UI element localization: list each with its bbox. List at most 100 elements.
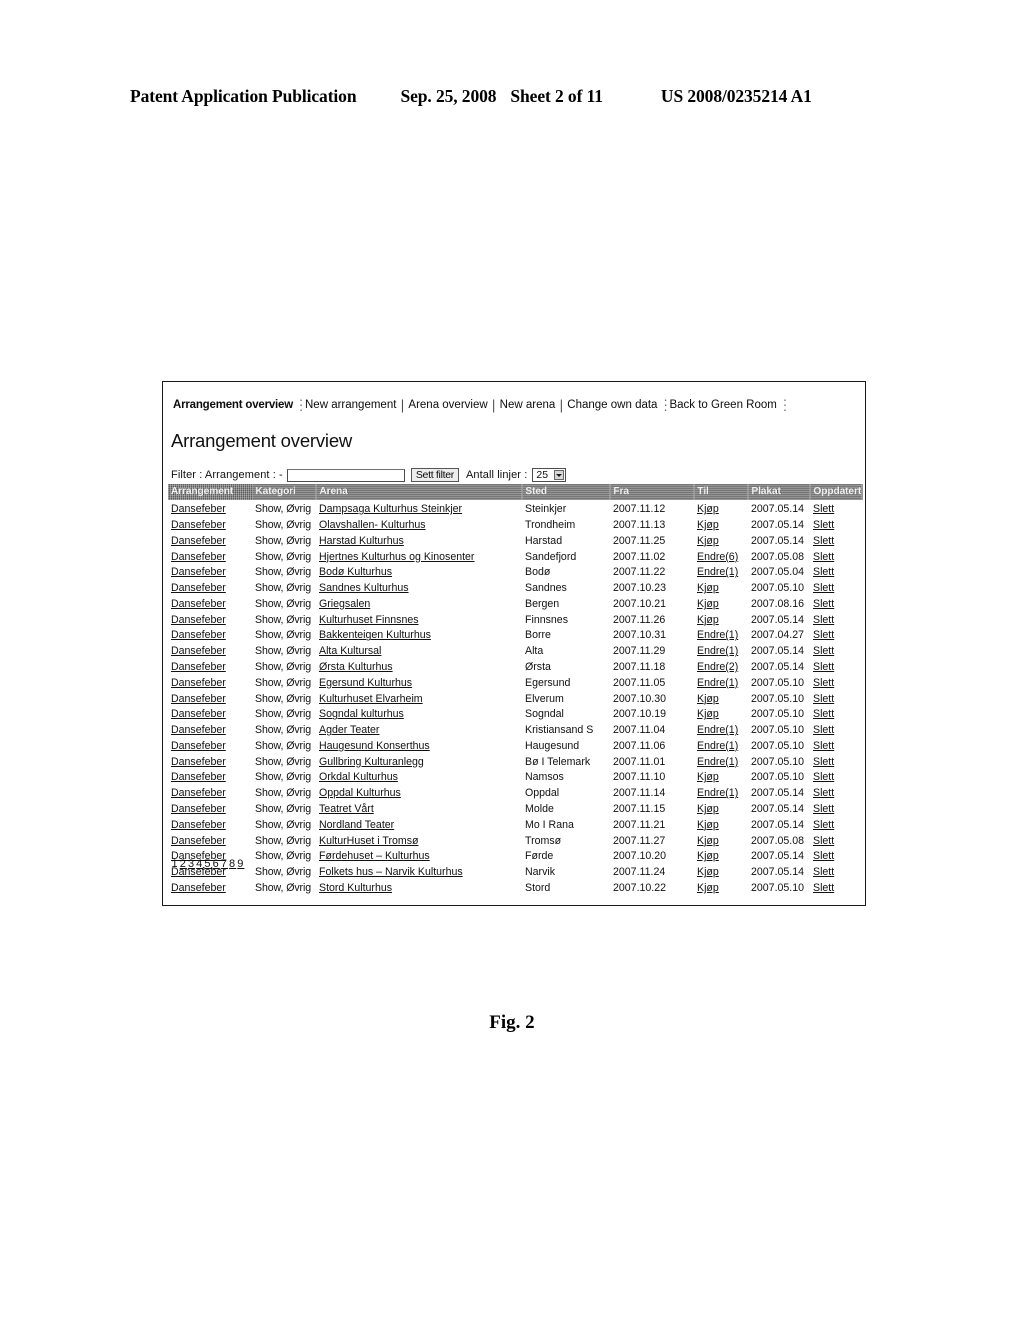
cell-arena[interactable]: Sandnes Kulturhus [316,579,522,595]
nav-item-new-arrangement[interactable]: New arrangement [303,399,398,411]
cell-arrangement[interactable]: Dansefeber [168,563,252,579]
cell-til-action[interactable]: Endre(1) [694,563,748,579]
cell-arrangement[interactable]: Dansefeber [168,800,252,816]
cell-delete-action[interactable]: Slett [810,658,862,674]
pagination-page-5[interactable]: 5 [204,858,212,870]
cell-arrangement[interactable]: Dansefeber [168,674,252,690]
cell-arena[interactable]: Orkdal Kulturhus [316,768,522,784]
cell-til-action[interactable]: Kjøp [694,831,748,847]
column-header-sted[interactable]: Sted [522,484,611,500]
cell-arena[interactable]: KulturHuset i Tromsø [316,831,522,847]
cell-arrangement[interactable]: Dansefeber [168,753,252,769]
pagination-page-8[interactable]: 8 [229,858,237,870]
cell-til-action[interactable]: Kjøp [694,768,748,784]
cell-til-action[interactable]: Kjøp [694,516,748,532]
rows-count-select[interactable]: 25 [532,468,567,482]
cell-arena[interactable]: Alta Kultursal [316,642,522,658]
cell-delete-action[interactable]: Slett [810,784,862,800]
cell-arrangement[interactable]: Dansefeber [168,721,252,737]
cell-arena[interactable]: Førdehuset – Kulturhus [316,847,522,863]
cell-delete-action[interactable]: Slett [810,500,862,516]
cell-delete-action[interactable]: Slett [810,674,862,690]
cell-delete-action[interactable]: Slett [810,626,862,642]
cell-arena[interactable]: Agder Teater [316,721,522,737]
column-header-til[interactable]: Til [694,484,749,500]
filter-input[interactable] [286,468,405,482]
cell-arena[interactable]: Harstad Kulturhus [316,532,522,548]
cell-delete-action[interactable]: Slett [810,863,862,879]
cell-til-action[interactable]: Kjøp [694,689,748,705]
column-header-arrangement[interactable]: Arrangement [168,484,253,500]
pagination-page-7[interactable]: 7 [220,858,228,870]
cell-arrangement[interactable]: Dansefeber [168,610,252,626]
cell-til-action[interactable]: Kjøp [694,863,748,879]
cell-arena[interactable]: Teatret Vårt [316,800,522,816]
cell-arrangement[interactable]: Dansefeber [168,579,252,595]
cell-delete-action[interactable]: Slett [810,532,862,548]
cell-delete-action[interactable]: Slett [810,831,862,847]
nav-item-back-to-green-room[interactable]: Back to Green Room [667,399,778,411]
cell-arrangement[interactable]: Dansefeber [168,516,252,532]
cell-arena[interactable]: Sogndal kulturhus [316,705,522,721]
cell-arrangement[interactable]: Dansefeber [168,595,252,611]
cell-delete-action[interactable]: Slett [810,800,862,816]
cell-til-action[interactable]: Endre(1) [694,753,748,769]
cell-til-action[interactable]: Kjøp [694,800,748,816]
cell-arena[interactable]: Bakkenteigen Kulturhus [316,626,522,642]
column-header-fra[interactable]: Fra [610,484,695,500]
cell-arrangement[interactable]: Dansefeber [168,879,252,895]
cell-arena[interactable]: Oppdal Kulturhus [316,784,522,800]
cell-til-action[interactable]: Endre(6) [694,547,748,563]
cell-til-action[interactable]: Endre(1) [694,737,748,753]
cell-delete-action[interactable]: Slett [810,879,862,895]
nav-item-change-own-data[interactable]: Change own data [565,399,659,411]
cell-delete-action[interactable]: Slett [810,705,862,721]
cell-delete-action[interactable]: Slett [810,689,862,705]
cell-til-action[interactable]: Kjøp [694,847,748,863]
cell-arrangement[interactable]: Dansefeber [168,658,252,674]
cell-delete-action[interactable]: Slett [810,579,862,595]
cell-arrangement[interactable]: Dansefeber [168,831,252,847]
cell-til-action[interactable]: Endre(1) [694,642,748,658]
pagination-page-1[interactable]: 1 [171,858,179,870]
cell-delete-action[interactable]: Slett [810,816,862,832]
column-header-arena[interactable]: Arena [316,484,523,500]
cell-arena[interactable]: Egersund Kulturhus [316,674,522,690]
cell-arrangement[interactable]: Dansefeber [168,532,252,548]
cell-til-action[interactable]: Kjøp [694,610,748,626]
nav-item-arrangement-overview[interactable]: Arrangement overview [171,399,295,411]
pagination-page-3[interactable]: 3 [187,858,195,870]
cell-arena[interactable]: Ørsta Kulturhus [316,658,522,674]
cell-delete-action[interactable]: Slett [810,595,862,611]
cell-til-action[interactable]: Kjøp [694,595,748,611]
cell-arena[interactable]: Stord Kulturhus [316,879,522,895]
cell-delete-action[interactable]: Slett [810,753,862,769]
cell-arrangement[interactable]: Dansefeber [168,689,252,705]
cell-arena[interactable]: Nordland Teater [316,816,522,832]
cell-arena[interactable]: Kulturhuset Finnsnes [316,610,522,626]
cell-arena[interactable]: Dampsaga Kulturhus Steinkjer [316,500,522,516]
cell-delete-action[interactable]: Slett [810,610,862,626]
nav-item-arena-overview[interactable]: Arena overview [406,399,489,411]
cell-til-action[interactable]: Endre(2) [694,658,748,674]
pagination-page-9[interactable]: 9 [237,858,245,870]
cell-delete-action[interactable]: Slett [810,721,862,737]
cell-delete-action[interactable]: Slett [810,642,862,658]
cell-til-action[interactable]: Endre(1) [694,674,748,690]
cell-arrangement[interactable]: Dansefeber [168,737,252,753]
set-filter-button[interactable]: Sett filter [410,468,459,482]
cell-til-action[interactable]: Endre(1) [694,626,748,642]
cell-delete-action[interactable]: Slett [810,768,862,784]
cell-til-action[interactable]: Kjøp [694,879,748,895]
cell-arena[interactable]: Kulturhuset Elvarheim [316,689,522,705]
cell-arrangement[interactable]: Dansefeber [168,768,252,784]
cell-til-action[interactable]: Kjøp [694,705,748,721]
pagination-page-4[interactable]: 4 [196,858,204,870]
cell-arrangement[interactable]: Dansefeber [168,626,252,642]
cell-til-action[interactable]: Kjøp [694,579,748,595]
cell-til-action[interactable]: Endre(1) [694,721,748,737]
cell-arena[interactable]: Olavshallen- Kulturhus [316,516,522,532]
cell-delete-action[interactable]: Slett [810,563,862,579]
cell-delete-action[interactable]: Slett [810,516,862,532]
cell-arrangement[interactable]: Dansefeber [168,642,252,658]
